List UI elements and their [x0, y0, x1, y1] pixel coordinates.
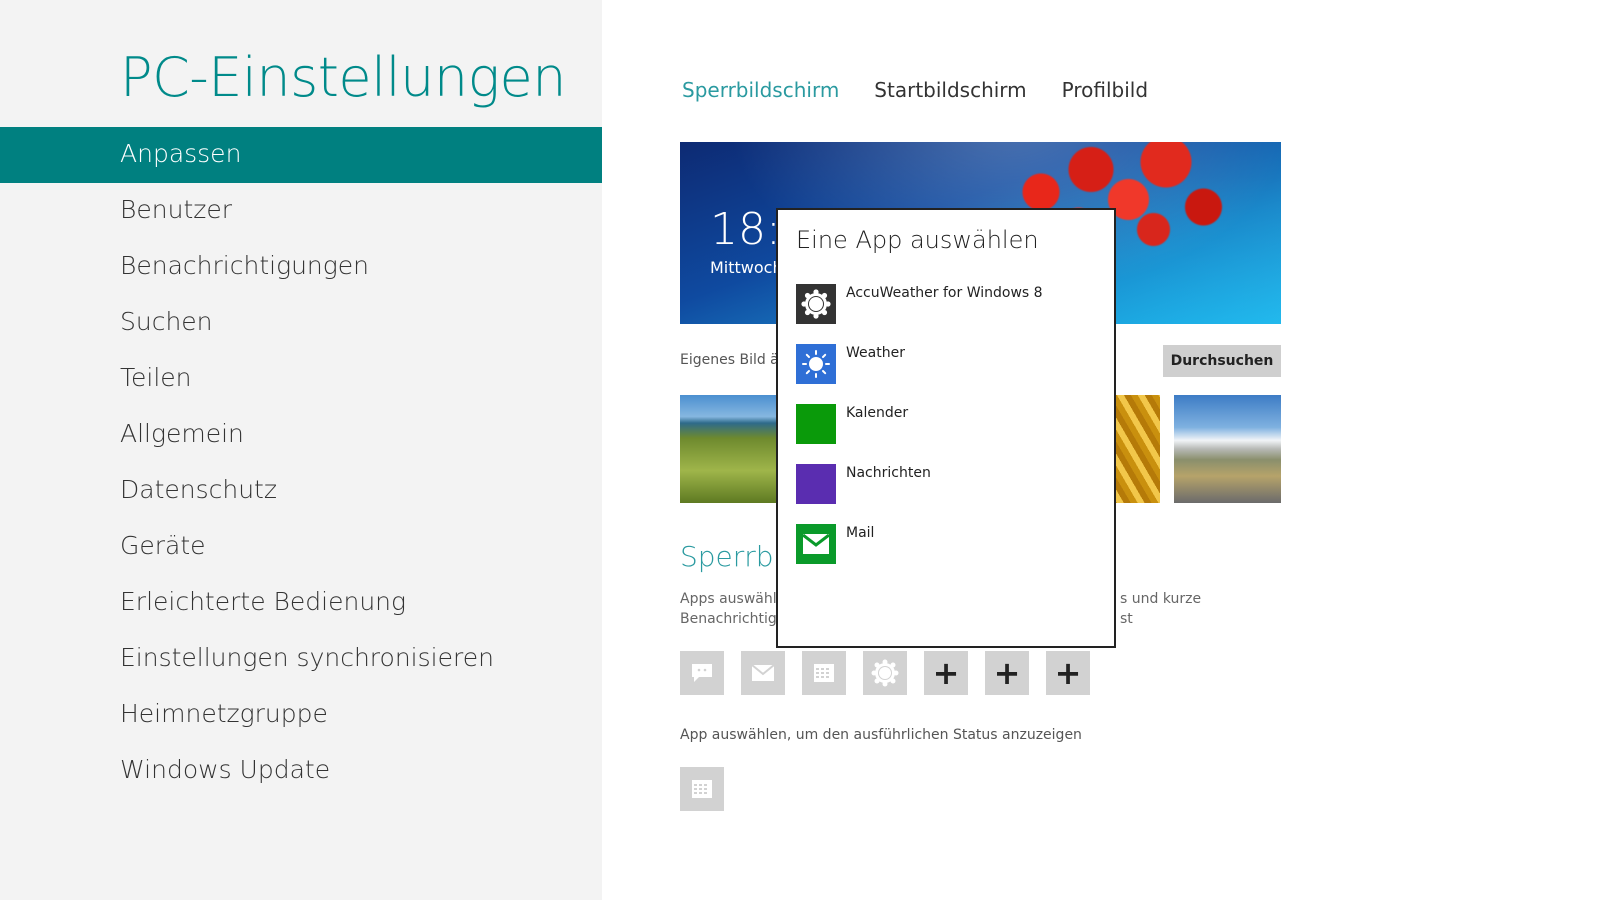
- nav-item-suchen[interactable]: Suchen: [0, 295, 602, 351]
- lock-app-slot-messaging[interactable]: [680, 651, 724, 695]
- detailed-status-label: App auswählen, um den ausführlichen Stat…: [680, 727, 1082, 743]
- nav-item-allgemein[interactable]: Allgemein: [0, 407, 602, 463]
- background-thumbnail-3[interactable]: [1174, 395, 1281, 503]
- nav-item-datenschutz[interactable]: Datenschutz: [0, 463, 602, 519]
- lock-apps-desc-1: Apps auswähle: [680, 591, 786, 607]
- tab-bar: Sperrbildschirm Startbildschirm Profilbi…: [682, 78, 1148, 102]
- tab-sperrbildschirm[interactable]: Sperrbildschirm: [682, 78, 839, 102]
- plus-icon: +: [993, 654, 1021, 692]
- detailed-status-slot[interactable]: [680, 767, 724, 811]
- popup-item-accuweather[interactable]: AccuWeather for Windows 8: [796, 284, 1096, 344]
- calendar-tile-icon: [796, 404, 836, 444]
- messages-tile-icon: [796, 464, 836, 504]
- lock-app-slot-add-3[interactable]: +: [1046, 651, 1090, 695]
- plus-icon: +: [932, 654, 960, 692]
- lock-app-slot-add-1[interactable]: +: [924, 651, 968, 695]
- messaging-icon: [692, 664, 712, 682]
- lock-app-slot-mail[interactable]: [741, 651, 785, 695]
- popup-app-list: AccuWeather for Windows 8 Weather Kalend…: [796, 284, 1096, 584]
- lock-app-slot-add-2[interactable]: +: [985, 651, 1029, 695]
- nav-item-heimnetzgruppe[interactable]: Heimnetzgruppe: [0, 687, 602, 743]
- popup-item-label: AccuWeather for Windows 8: [846, 285, 1043, 301]
- popup-item-mail[interactable]: Mail: [796, 524, 1096, 584]
- browse-button[interactable]: Durchsuchen: [1163, 345, 1281, 377]
- popup-item-label: Weather: [846, 345, 905, 361]
- nav-item-erleichterte-bedienung[interactable]: Erleichterte Bedienung: [0, 575, 602, 631]
- calendar-icon: [692, 780, 712, 798]
- lock-apps-desc-right-1: s und kurze: [1120, 591, 1202, 607]
- calendar-icon: [814, 664, 834, 682]
- nav-item-windows-update[interactable]: Windows Update: [0, 743, 602, 799]
- plus-icon: +: [1054, 654, 1082, 692]
- nav-item-teilen[interactable]: Teilen: [0, 351, 602, 407]
- popup-item-kalender[interactable]: Kalender: [796, 404, 1096, 464]
- accuweather-icon: [796, 284, 836, 324]
- settings-sidebar: PC-Einstellungen Anpassen Benutzer Benac…: [0, 0, 602, 900]
- own-image-label: Eigenes Bild ä: [680, 352, 779, 368]
- nav-list: Anpassen Benutzer Benachrichtigungen Suc…: [0, 127, 602, 799]
- popup-item-nachrichten[interactable]: Nachrichten: [796, 464, 1096, 524]
- nav-item-benachrichtigungen[interactable]: Benachrichtigungen: [0, 239, 602, 295]
- popup-item-label: Mail: [846, 525, 875, 541]
- mail-tile-icon: [796, 524, 836, 564]
- nav-item-geraete[interactable]: Geräte: [0, 519, 602, 575]
- lock-apps-desc-right-2: st: [1120, 611, 1133, 627]
- lock-apps-desc-2: Benachrichtigu: [680, 611, 786, 627]
- nav-item-anpassen[interactable]: Anpassen: [0, 127, 602, 183]
- nav-item-synchronisieren[interactable]: Einstellungen synchronisieren: [0, 631, 602, 687]
- tab-profilbild[interactable]: Profilbild: [1062, 78, 1148, 102]
- weather-icon: [871, 659, 899, 687]
- popup-item-weather[interactable]: Weather: [796, 344, 1096, 404]
- popup-item-label: Kalender: [846, 405, 909, 421]
- lock-app-slot-calendar[interactable]: [802, 651, 846, 695]
- popup-item-label: Nachrichten: [846, 465, 931, 481]
- mail-icon: [751, 664, 775, 681]
- nav-item-benutzer[interactable]: Benutzer: [0, 183, 602, 239]
- lock-app-slot-weather[interactable]: [863, 651, 907, 695]
- background-thumbnail-2[interactable]: [1110, 395, 1160, 503]
- sun-icon: [796, 344, 836, 384]
- tab-startbildschirm[interactable]: Startbildschirm: [874, 78, 1026, 102]
- choose-app-popup: Eine App auswählen AccuWeather for Windo…: [776, 208, 1116, 648]
- preview-day: Mittwoch: [710, 258, 783, 277]
- page-title: PC-Einstellungen: [120, 46, 566, 109]
- popup-title: Eine App auswählen: [796, 226, 1039, 254]
